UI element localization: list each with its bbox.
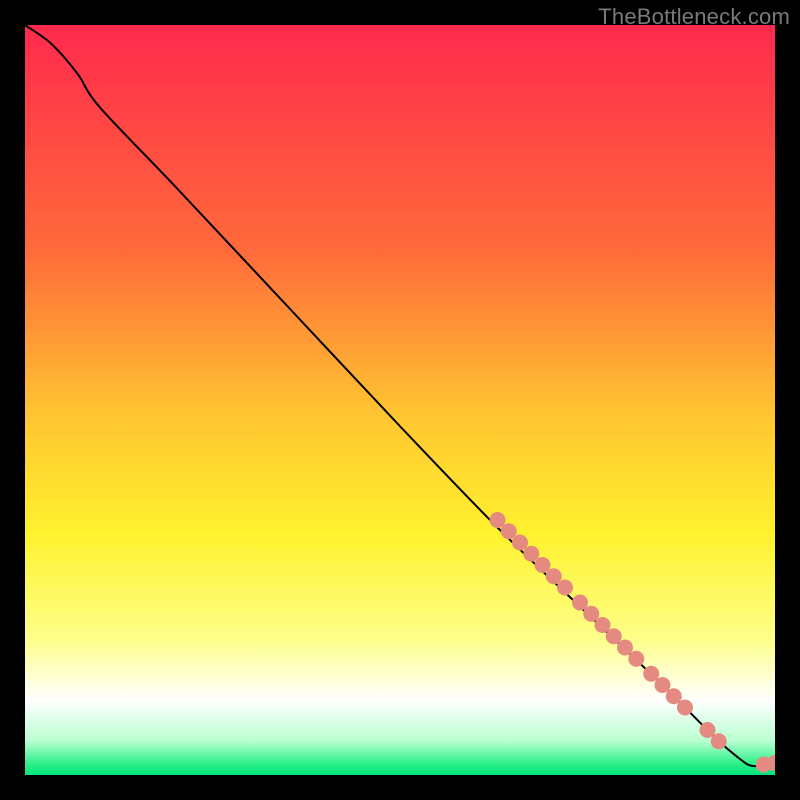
highlight-dot <box>711 733 727 749</box>
plot-area <box>25 25 775 775</box>
chart-stage: TheBottleneck.com <box>0 0 800 800</box>
watermark-text: TheBottleneck.com <box>598 4 790 30</box>
plot-svg <box>25 25 775 775</box>
highlight-dot <box>557 580 573 596</box>
highlight-dot <box>628 651 644 667</box>
highlight-dot <box>677 700 693 716</box>
gradient-background <box>25 25 775 775</box>
